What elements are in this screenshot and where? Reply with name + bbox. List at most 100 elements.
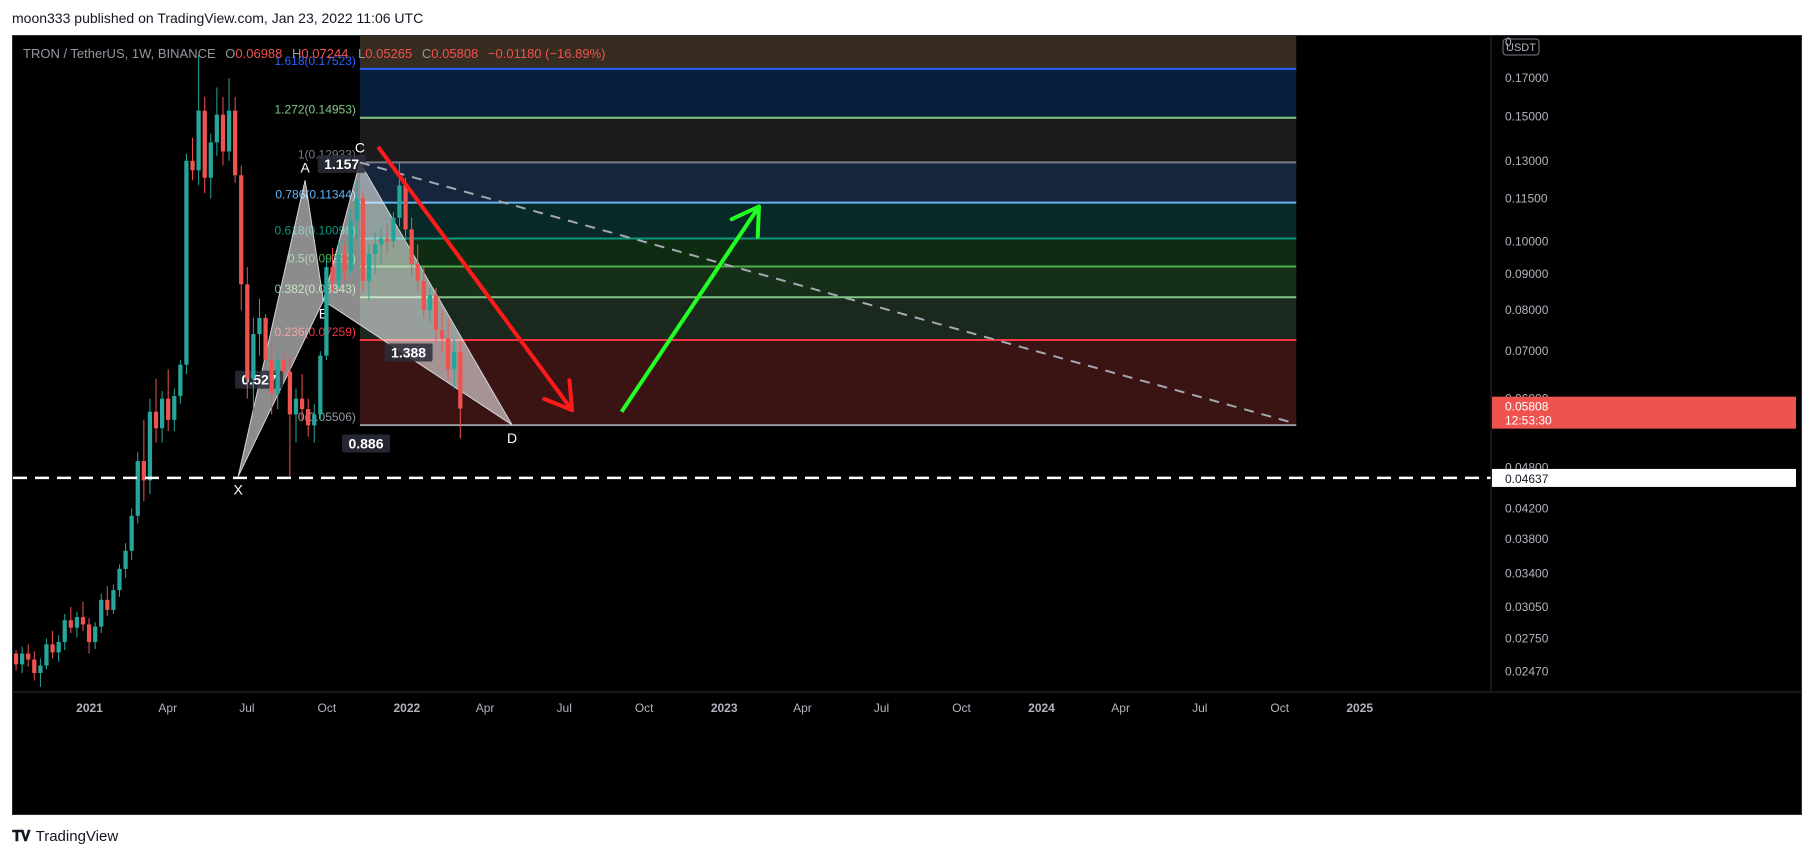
price-tick-label: 0.09000 bbox=[1505, 267, 1549, 281]
candle-body bbox=[439, 329, 445, 339]
candle[interactable] bbox=[50, 630, 55, 659]
candle-body bbox=[184, 160, 189, 365]
candle[interactable] bbox=[214, 87, 220, 157]
candle[interactable] bbox=[99, 593, 104, 634]
candle-body bbox=[293, 398, 299, 415]
candle-body bbox=[239, 175, 244, 285]
publish-info: published on TradingView.com, Jan 23, 20… bbox=[74, 10, 424, 26]
candle[interactable] bbox=[257, 298, 262, 356]
candle-body bbox=[366, 254, 372, 281]
candle-body bbox=[111, 590, 116, 610]
time-tick-label: Jul bbox=[874, 701, 889, 715]
candle-body bbox=[409, 229, 414, 264]
candle[interactable] bbox=[306, 398, 311, 437]
candle[interactable] bbox=[105, 586, 110, 617]
candle[interactable] bbox=[324, 257, 329, 361]
chart-canvas[interactable]: 0(0.05506)0.236(0.07259)0.382(0.08343)0.… bbox=[13, 36, 1802, 815]
candle-body bbox=[190, 160, 195, 171]
candle[interactable] bbox=[32, 651, 37, 681]
candle-body bbox=[312, 414, 317, 426]
candle[interactable] bbox=[62, 613, 67, 651]
candle[interactable] bbox=[226, 78, 232, 161]
pattern-ratio-label: 1.157 bbox=[324, 156, 359, 172]
price-tick-label: 0.15000 bbox=[1505, 110, 1549, 124]
candle-body bbox=[379, 238, 384, 245]
candle[interactable] bbox=[80, 601, 86, 631]
pattern-ratio-label: 1.388 bbox=[391, 345, 426, 361]
candle[interactable] bbox=[159, 391, 165, 443]
pattern-ratio-label: 0.886 bbox=[348, 435, 383, 451]
candle-body bbox=[208, 142, 213, 178]
candle-body bbox=[275, 360, 280, 394]
candle-body bbox=[348, 220, 353, 271]
candle[interactable] bbox=[38, 658, 43, 688]
candle[interactable] bbox=[251, 317, 256, 415]
candle-body bbox=[397, 185, 402, 218]
candle[interactable] bbox=[44, 638, 49, 670]
arrow-head bbox=[755, 204, 761, 239]
candle-body bbox=[220, 114, 226, 152]
candle-body bbox=[263, 317, 268, 361]
time-tick-label: Oct bbox=[952, 701, 971, 715]
arrow-head bbox=[567, 378, 575, 413]
fib-zone bbox=[359, 266, 1297, 298]
candle[interactable] bbox=[56, 635, 61, 662]
candle[interactable] bbox=[190, 137, 195, 181]
candle[interactable] bbox=[178, 360, 183, 404]
candle-body bbox=[372, 244, 378, 255]
candle-body bbox=[330, 267, 335, 281]
fib-zone bbox=[359, 117, 1297, 163]
candle-body bbox=[324, 267, 329, 356]
time-axis[interactable]: 2021 Apr Jul Oct 2022 Apr Jul Oct 2023 Apr Jul Oct 2… bbox=[13, 691, 1802, 815]
fib-zone bbox=[359, 68, 1297, 118]
candle[interactable] bbox=[129, 508, 134, 561]
candle[interactable] bbox=[220, 96, 226, 166]
current-price-label: 0.05808 bbox=[1505, 400, 1549, 414]
candle[interactable] bbox=[147, 398, 153, 495]
fib-zones bbox=[359, 36, 1297, 426]
chart-panel[interactable]: 0(0.05506)0.236(0.07259)0.382(0.08343)0.… bbox=[12, 35, 1802, 815]
candle-body bbox=[32, 659, 37, 673]
candle[interactable] bbox=[208, 133, 213, 199]
candle[interactable] bbox=[68, 606, 73, 634]
candle[interactable] bbox=[360, 190, 366, 292]
symbol-title[interactable]: TRON / TetherUS, 1W, BINANCE bbox=[23, 46, 216, 61]
candle-body bbox=[147, 411, 153, 481]
candle[interactable] bbox=[233, 96, 238, 183]
candle[interactable] bbox=[153, 378, 159, 443]
candle[interactable] bbox=[135, 451, 140, 524]
pattern-point-x: X bbox=[234, 481, 244, 497]
candle[interactable] bbox=[172, 388, 177, 432]
candle[interactable] bbox=[74, 611, 80, 638]
candle[interactable] bbox=[239, 165, 244, 311]
candle[interactable] bbox=[26, 644, 31, 667]
candle[interactable] bbox=[86, 618, 92, 654]
candle[interactable] bbox=[202, 96, 207, 194]
author-name[interactable]: moon333 bbox=[12, 10, 70, 26]
candle-body bbox=[62, 620, 67, 643]
candle[interactable] bbox=[117, 564, 122, 597]
candle-body bbox=[172, 396, 177, 420]
candle[interactable] bbox=[141, 419, 146, 502]
candle-body bbox=[306, 409, 311, 426]
price-tick-label: 0.02750 bbox=[1505, 632, 1549, 646]
candle[interactable] bbox=[111, 584, 116, 614]
candle[interactable] bbox=[166, 369, 171, 432]
candle[interactable] bbox=[287, 355, 293, 477]
candle[interactable] bbox=[19, 646, 25, 673]
candle[interactable] bbox=[318, 351, 323, 420]
candle-body bbox=[233, 110, 238, 176]
price-tick-label: 0.07000 bbox=[1505, 344, 1549, 358]
candle[interactable] bbox=[93, 622, 98, 649]
price-tick-label: 0.03050 bbox=[1505, 600, 1549, 614]
time-tick-label: 2025 bbox=[1346, 701, 1373, 715]
candle[interactable] bbox=[184, 153, 189, 375]
currency-badge[interactable]: USDT bbox=[1502, 38, 1540, 56]
candle-body bbox=[318, 355, 323, 415]
candle[interactable] bbox=[196, 55, 201, 186]
candle-body bbox=[226, 110, 232, 152]
candle-body bbox=[38, 665, 43, 673]
candle-body bbox=[342, 254, 347, 271]
candle[interactable] bbox=[123, 543, 128, 578]
candle[interactable] bbox=[13, 650, 19, 671]
